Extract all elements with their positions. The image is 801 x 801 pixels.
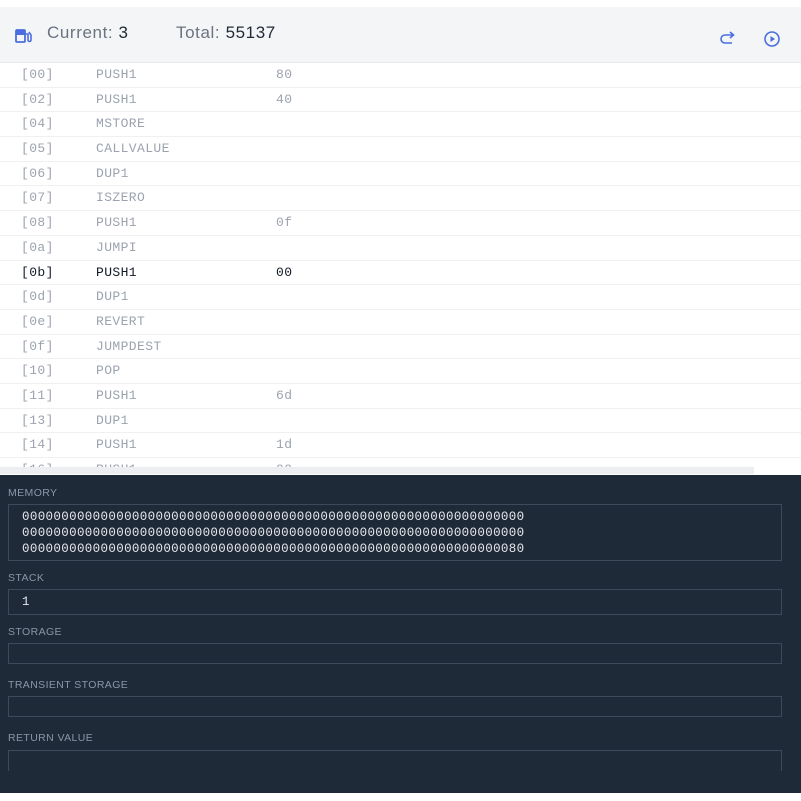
stack-box: 1 bbox=[8, 589, 782, 615]
opcode-pc: [0f] bbox=[21, 338, 54, 354]
current-value: 3 bbox=[118, 23, 129, 42]
opcode-row[interactable]: [04] MSTORE bbox=[0, 112, 801, 138]
opcode-name: ISZERO bbox=[96, 190, 146, 206]
opcode-name: MSTORE bbox=[96, 116, 146, 132]
memory-line: 0000000000000000000000000000000000000000… bbox=[22, 526, 525, 540]
opcode-name: PUSH1 bbox=[96, 264, 138, 280]
opcode-pc: [02] bbox=[21, 91, 54, 107]
opcode-pc: [06] bbox=[21, 165, 54, 181]
stack-label: STACK bbox=[8, 572, 45, 584]
opcode-name: DUP1 bbox=[96, 289, 129, 305]
opcode-row[interactable]: [08] PUSH1 0f bbox=[0, 211, 801, 236]
gas-pump-icon bbox=[15, 29, 32, 43]
opcode-row[interactable]: [05] CALLVALUE bbox=[0, 137, 801, 162]
opcode-name: PUSH1 bbox=[96, 215, 138, 231]
transient-storage-label: TRANSIENT STORAGE bbox=[8, 679, 129, 691]
memory-line: 0000000000000000000000000000000000000000… bbox=[22, 542, 525, 556]
opcode-name: JUMPI bbox=[96, 239, 138, 255]
opcode-row[interactable]: [11] PUSH1 6d bbox=[0, 384, 801, 409]
total-label: Total: bbox=[176, 23, 221, 42]
opcode-arg: 0f bbox=[276, 215, 293, 231]
opcode-row[interactable]: [07] ISZERO bbox=[0, 186, 801, 212]
opcode-pc: [0a] bbox=[21, 239, 54, 255]
opcode-row[interactable]: [13] DUP1 bbox=[0, 409, 801, 434]
opcode-pc: [0e] bbox=[21, 313, 54, 329]
opcode-row[interactable]: [10] POP bbox=[0, 359, 801, 384]
transient-storage-box bbox=[8, 696, 782, 717]
opcode-name: JUMPDEST bbox=[96, 338, 162, 354]
opcode-row[interactable]: [0e] REVERT bbox=[0, 310, 801, 335]
opcode-row[interactable]: [0b] PUSH1 00 bbox=[0, 261, 801, 286]
opcode-pc: [10] bbox=[21, 363, 54, 379]
opcode-arg: 6d bbox=[276, 387, 293, 403]
opcode-name: PUSH1 bbox=[96, 91, 138, 107]
opcode-name: DUP1 bbox=[96, 165, 129, 181]
opcode-row[interactable]: [16]PUSH100 bbox=[0, 458, 801, 467]
total-value: 55137 bbox=[225, 23, 276, 42]
opcode-row[interactable]: [14] PUSH1 1d bbox=[0, 433, 801, 458]
opcode-name: REVERT bbox=[96, 313, 146, 329]
state-panel: MEMORY 000000000000000000000000000000000… bbox=[0, 475, 801, 793]
opcode-pc: [00] bbox=[21, 67, 54, 82]
opcode-pc: [0d] bbox=[21, 289, 54, 305]
play-circle-icon[interactable] bbox=[763, 30, 781, 48]
opcode-name: POP bbox=[96, 363, 121, 379]
opcode-row[interactable]: [06] DUP1 bbox=[0, 162, 801, 187]
opcode-row[interactable]: [00] PUSH1 80 bbox=[0, 63, 801, 88]
opcode-row[interactable]: [0f] JUMPDEST bbox=[0, 335, 801, 360]
opcode-pc: [04] bbox=[21, 116, 54, 132]
total-gas: Total: 55137 bbox=[176, 23, 276, 43]
execution-header: Current: 3 Total: 55137 bbox=[0, 7, 801, 63]
opcode-name: PUSH1 bbox=[96, 67, 138, 82]
memory-box: 0000000000000000000000000000000000000000… bbox=[8, 504, 782, 561]
opcode-arg: 00 bbox=[276, 264, 293, 280]
opcode-name: DUP1 bbox=[96, 412, 129, 428]
storage-label: STORAGE bbox=[8, 626, 62, 638]
stack-value: 1 bbox=[22, 595, 30, 609]
opcode-pc: [11] bbox=[21, 387, 54, 403]
opcode-row[interactable]: [0a] JUMPI bbox=[0, 236, 801, 261]
opcode-row[interactable]: [02] PUSH1 40 bbox=[0, 88, 801, 113]
opcode-pc: [05] bbox=[21, 141, 54, 157]
redo-icon[interactable] bbox=[719, 30, 737, 48]
opcode-arg: 80 bbox=[276, 67, 293, 82]
opcode-pc: [0b] bbox=[21, 264, 54, 280]
horizontal-scrollbar[interactable] bbox=[0, 467, 754, 474]
memory-line: 0000000000000000000000000000000000000000… bbox=[22, 510, 525, 524]
memory-label: MEMORY bbox=[8, 487, 58, 499]
opcode-arg: 40 bbox=[276, 91, 293, 107]
storage-box bbox=[8, 643, 782, 664]
opcode-row[interactable]: [0d] DUP1 bbox=[0, 285, 801, 310]
opcode-pc: [13] bbox=[21, 412, 54, 428]
opcode-arg: 1d bbox=[276, 437, 293, 453]
opcode-pc: [14] bbox=[21, 437, 54, 453]
opcode-pc: [07] bbox=[21, 190, 54, 206]
opcode-name: CALLVALUE bbox=[96, 141, 170, 157]
opcode-pc: [08] bbox=[21, 215, 54, 231]
opcode-list[interactable]: [00] PUSH1 80 [02] PUSH1 40 [04] MSTORE [05] CALL… bbox=[0, 63, 801, 467]
opcode-name: PUSH1 bbox=[96, 437, 138, 453]
return-value-box bbox=[8, 750, 782, 771]
opcode-name: PUSH1 bbox=[96, 387, 138, 403]
current-gas: Current: 3 bbox=[47, 23, 129, 43]
return-value-label: RETURN VALUE bbox=[8, 732, 94, 744]
current-label: Current: bbox=[47, 23, 114, 42]
